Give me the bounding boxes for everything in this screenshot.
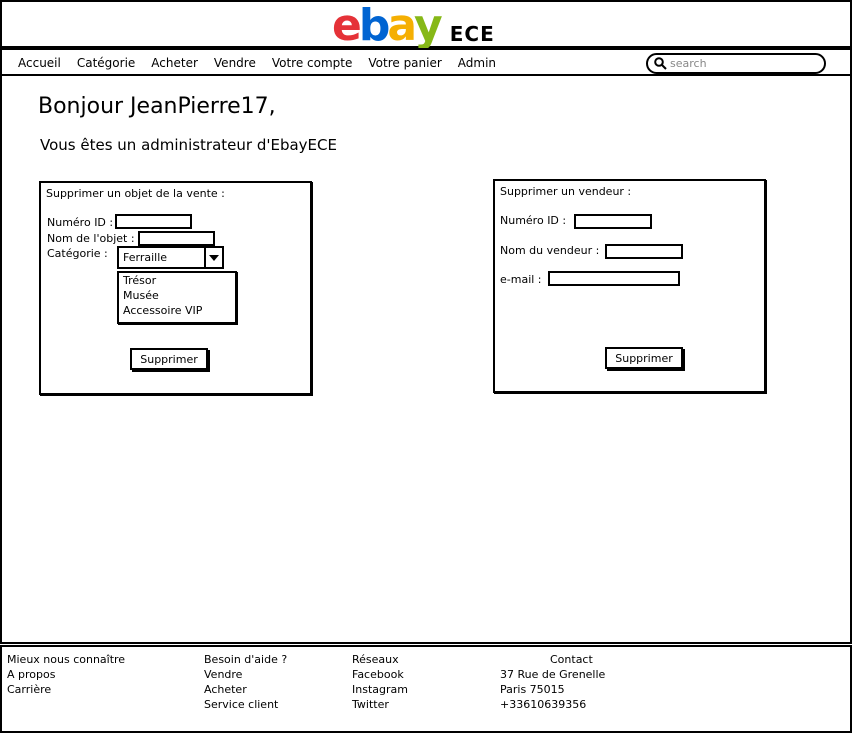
search-input[interactable] <box>670 57 820 70</box>
search-icon[interactable] <box>652 56 668 72</box>
navbar: Accueil Catégorie Acheter Vendre Votre c… <box>0 48 852 76</box>
delete-object-button[interactable]: Supprimer <box>130 348 208 370</box>
dropdown-arrow-icon[interactable] <box>204 246 222 269</box>
nav-item-admin[interactable]: Admin <box>458 56 496 70</box>
seller-name-field[interactable] <box>605 244 683 259</box>
delete-seller-panel: Supprimer un vendeur : Numéro ID : Nom d… <box>493 179 766 393</box>
category-option-accessoire-vip[interactable]: Accessoire VIP <box>119 303 235 318</box>
footer-contact-title: Contact <box>550 653 593 666</box>
footer-link-twitter[interactable]: Twitter <box>352 697 408 712</box>
search-box[interactable] <box>646 53 826 74</box>
object-name-field[interactable] <box>138 231 215 246</box>
footer-help-column: Besoin d'aide ? Vendre Acheter Service c… <box>204 652 287 712</box>
object-id-field[interactable] <box>115 214 192 229</box>
object-name-label: Nom de l'objet : <box>47 232 135 245</box>
delete-seller-button[interactable]: Supprimer <box>605 347 683 369</box>
nav-menu: Accueil Catégorie Acheter Vendre Votre c… <box>18 50 512 76</box>
nav-item-vendre[interactable]: Vendre <box>214 56 256 70</box>
category-option-tresor[interactable]: Trésor <box>119 273 235 288</box>
footer-about-column: Mieux nous connaître A propos Carrière <box>7 652 125 697</box>
seller-id-label: Numéro ID : <box>500 214 567 227</box>
seller-name-label: Nom du vendeur : <box>500 244 600 257</box>
category-label: Catégorie : <box>47 247 108 260</box>
seller-email-label: e-mail : <box>500 273 542 286</box>
seller-email-field[interactable] <box>548 271 680 286</box>
contact-address: 37 Rue de Grenelle <box>500 668 606 681</box>
nav-item-votre-compte[interactable]: Votre compte <box>272 56 353 70</box>
footer-social-column: Réseaux Facebook Instagram Twitter <box>352 652 408 712</box>
ebay-logo-wordmark: ebay <box>332 0 443 51</box>
footer-about-title: Mieux nous connaître <box>7 653 126 666</box>
delete-seller-title: Supprimer un vendeur : <box>500 185 632 198</box>
page-subtitle: Vous êtes un administrateur d'EbayECE <box>40 136 337 154</box>
category-option-musee[interactable]: Musée <box>119 288 235 303</box>
contact-phone: +33610639356 <box>500 698 587 711</box>
delete-object-title: Supprimer un objet de la vente : <box>46 187 225 200</box>
footer-social-title: Réseaux <box>352 653 399 666</box>
footer-link-acheter[interactable]: Acheter <box>204 682 287 697</box>
footer-contact-column: Contact 37 Rue de Grenelle Paris 75015 +… <box>500 652 605 712</box>
contact-city: Paris 75015 <box>500 683 565 696</box>
nav-item-acheter[interactable]: Acheter <box>151 56 198 70</box>
ebay-ece-logo[interactable]: ebay ECE <box>332 4 542 48</box>
footer-link-carriere[interactable]: Carrière <box>7 682 125 697</box>
footer-link-facebook[interactable]: Facebook <box>352 667 408 682</box>
nav-item-categorie[interactable]: Catégorie <box>77 56 135 70</box>
footer-link-instagram[interactable]: Instagram <box>352 682 408 697</box>
delete-object-panel: Supprimer un objet de la vente : Numéro … <box>39 181 312 395</box>
footer-link-vendre[interactable]: Vendre <box>204 667 287 682</box>
category-options-list: Trésor Musée Accessoire VIP <box>117 271 237 324</box>
category-selected-value: Ferraille <box>123 251 168 264</box>
seller-id-field[interactable] <box>574 214 652 229</box>
header: ebay ECE <box>0 0 852 48</box>
page-title: Bonjour JeanPierre17, <box>38 94 276 119</box>
footer-link-service-client[interactable]: Service client <box>204 697 287 712</box>
main-content: Bonjour JeanPierre17, Vous êtes un admin… <box>0 76 852 644</box>
nav-item-accueil[interactable]: Accueil <box>18 56 61 70</box>
object-id-label: Numéro ID : <box>47 216 114 229</box>
footer: Mieux nous connaître A propos Carrière B… <box>0 645 852 733</box>
nav-item-votre-panier[interactable]: Votre panier <box>368 56 441 70</box>
footer-link-a-propos[interactable]: A propos <box>7 667 125 682</box>
logo-suffix: ECE <box>449 22 495 46</box>
category-select[interactable]: Ferraille <box>117 246 224 269</box>
footer-help-title: Besoin d'aide ? <box>204 653 288 666</box>
